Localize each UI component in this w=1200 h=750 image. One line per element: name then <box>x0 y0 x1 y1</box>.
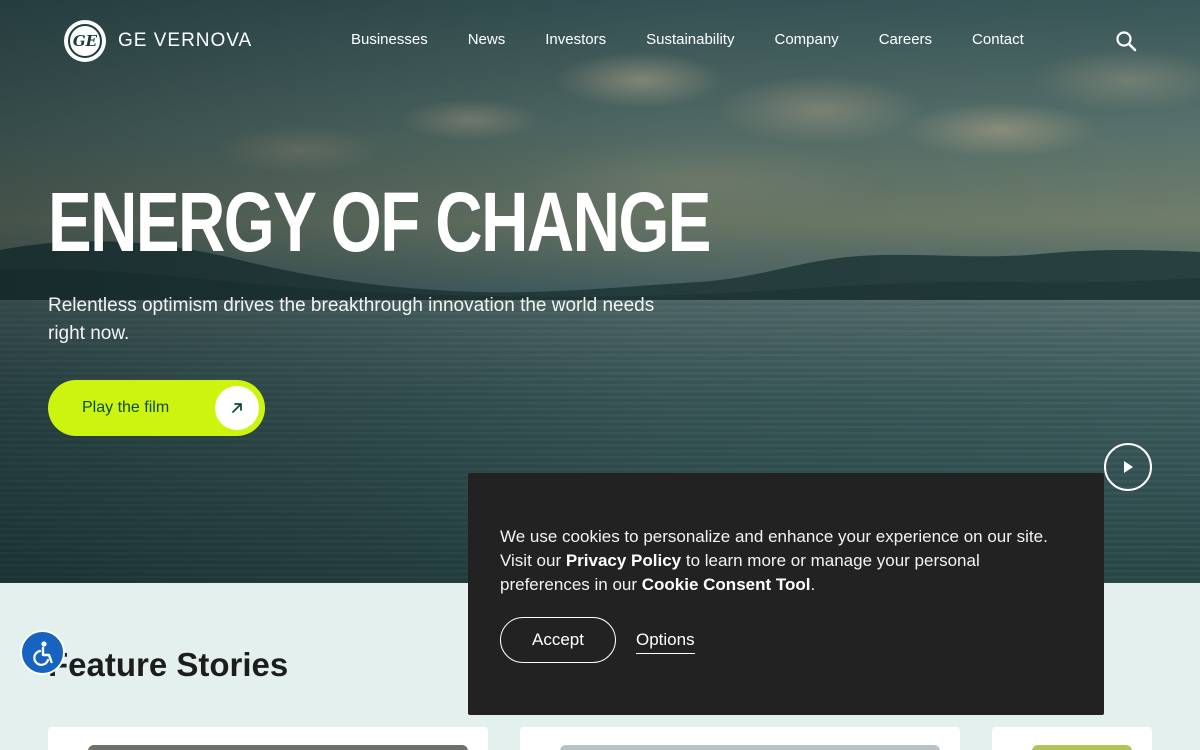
nav-investors[interactable]: Investors <box>545 31 606 48</box>
cookie-options-link[interactable]: Options <box>636 630 695 654</box>
story-card[interactable] <box>520 727 960 750</box>
ge-vernova-logo[interactable]: GE GE VERNOVA <box>64 20 252 62</box>
story-card[interactable] <box>992 727 1152 750</box>
cookie-text: . <box>810 575 816 594</box>
search-button[interactable] <box>1115 30 1137 52</box>
play-icon <box>1124 461 1133 473</box>
nav-contact[interactable]: Contact <box>972 31 1024 48</box>
main-nav: Businesses News Investors Sustainability… <box>351 31 1064 48</box>
nav-businesses[interactable]: Businesses <box>351 31 428 48</box>
play-film-button[interactable]: Play the film <box>48 380 265 436</box>
ge-monogram-icon: GE <box>64 20 106 62</box>
feature-stories-heading: Feature Stories <box>48 646 289 683</box>
ge-monogram: GE <box>68 24 102 58</box>
hero-title: ENERGY OF CHANGE <box>48 175 711 269</box>
video-play-button[interactable] <box>1104 443 1152 491</box>
nav-news[interactable]: News <box>468 31 506 48</box>
accessibility-icon <box>32 640 53 666</box>
story-card[interactable] <box>48 727 488 750</box>
story-card-image <box>1032 745 1132 750</box>
story-card-image <box>560 745 940 750</box>
brand-name: GE VERNOVA <box>118 30 253 51</box>
accept-cookies-button[interactable]: Accept <box>500 617 616 663</box>
privacy-policy-link[interactable]: Privacy Policy <box>566 551 681 570</box>
cookie-banner: We use cookies to personalize and enhanc… <box>468 473 1104 715</box>
play-film-label: Play the film <box>82 399 170 416</box>
arrow-up-right-icon <box>215 386 259 430</box>
nav-company[interactable]: Company <box>774 31 838 48</box>
search-icon <box>1116 31 1137 52</box>
nav-sustainability[interactable]: Sustainability <box>646 31 734 48</box>
hero-subtitle: Relentless optimism drives the breakthro… <box>48 295 655 344</box>
cookie-consent-tool-link[interactable]: Cookie Consent Tool <box>642 575 811 594</box>
accessibility-button[interactable] <box>20 630 65 675</box>
cookie-message: We use cookies to personalize and enhanc… <box>500 525 1060 597</box>
nav-careers[interactable]: Careers <box>879 31 932 48</box>
site-header: GE GE VERNOVA Businesses News Investors … <box>0 0 1200 82</box>
story-card-image <box>88 745 468 750</box>
